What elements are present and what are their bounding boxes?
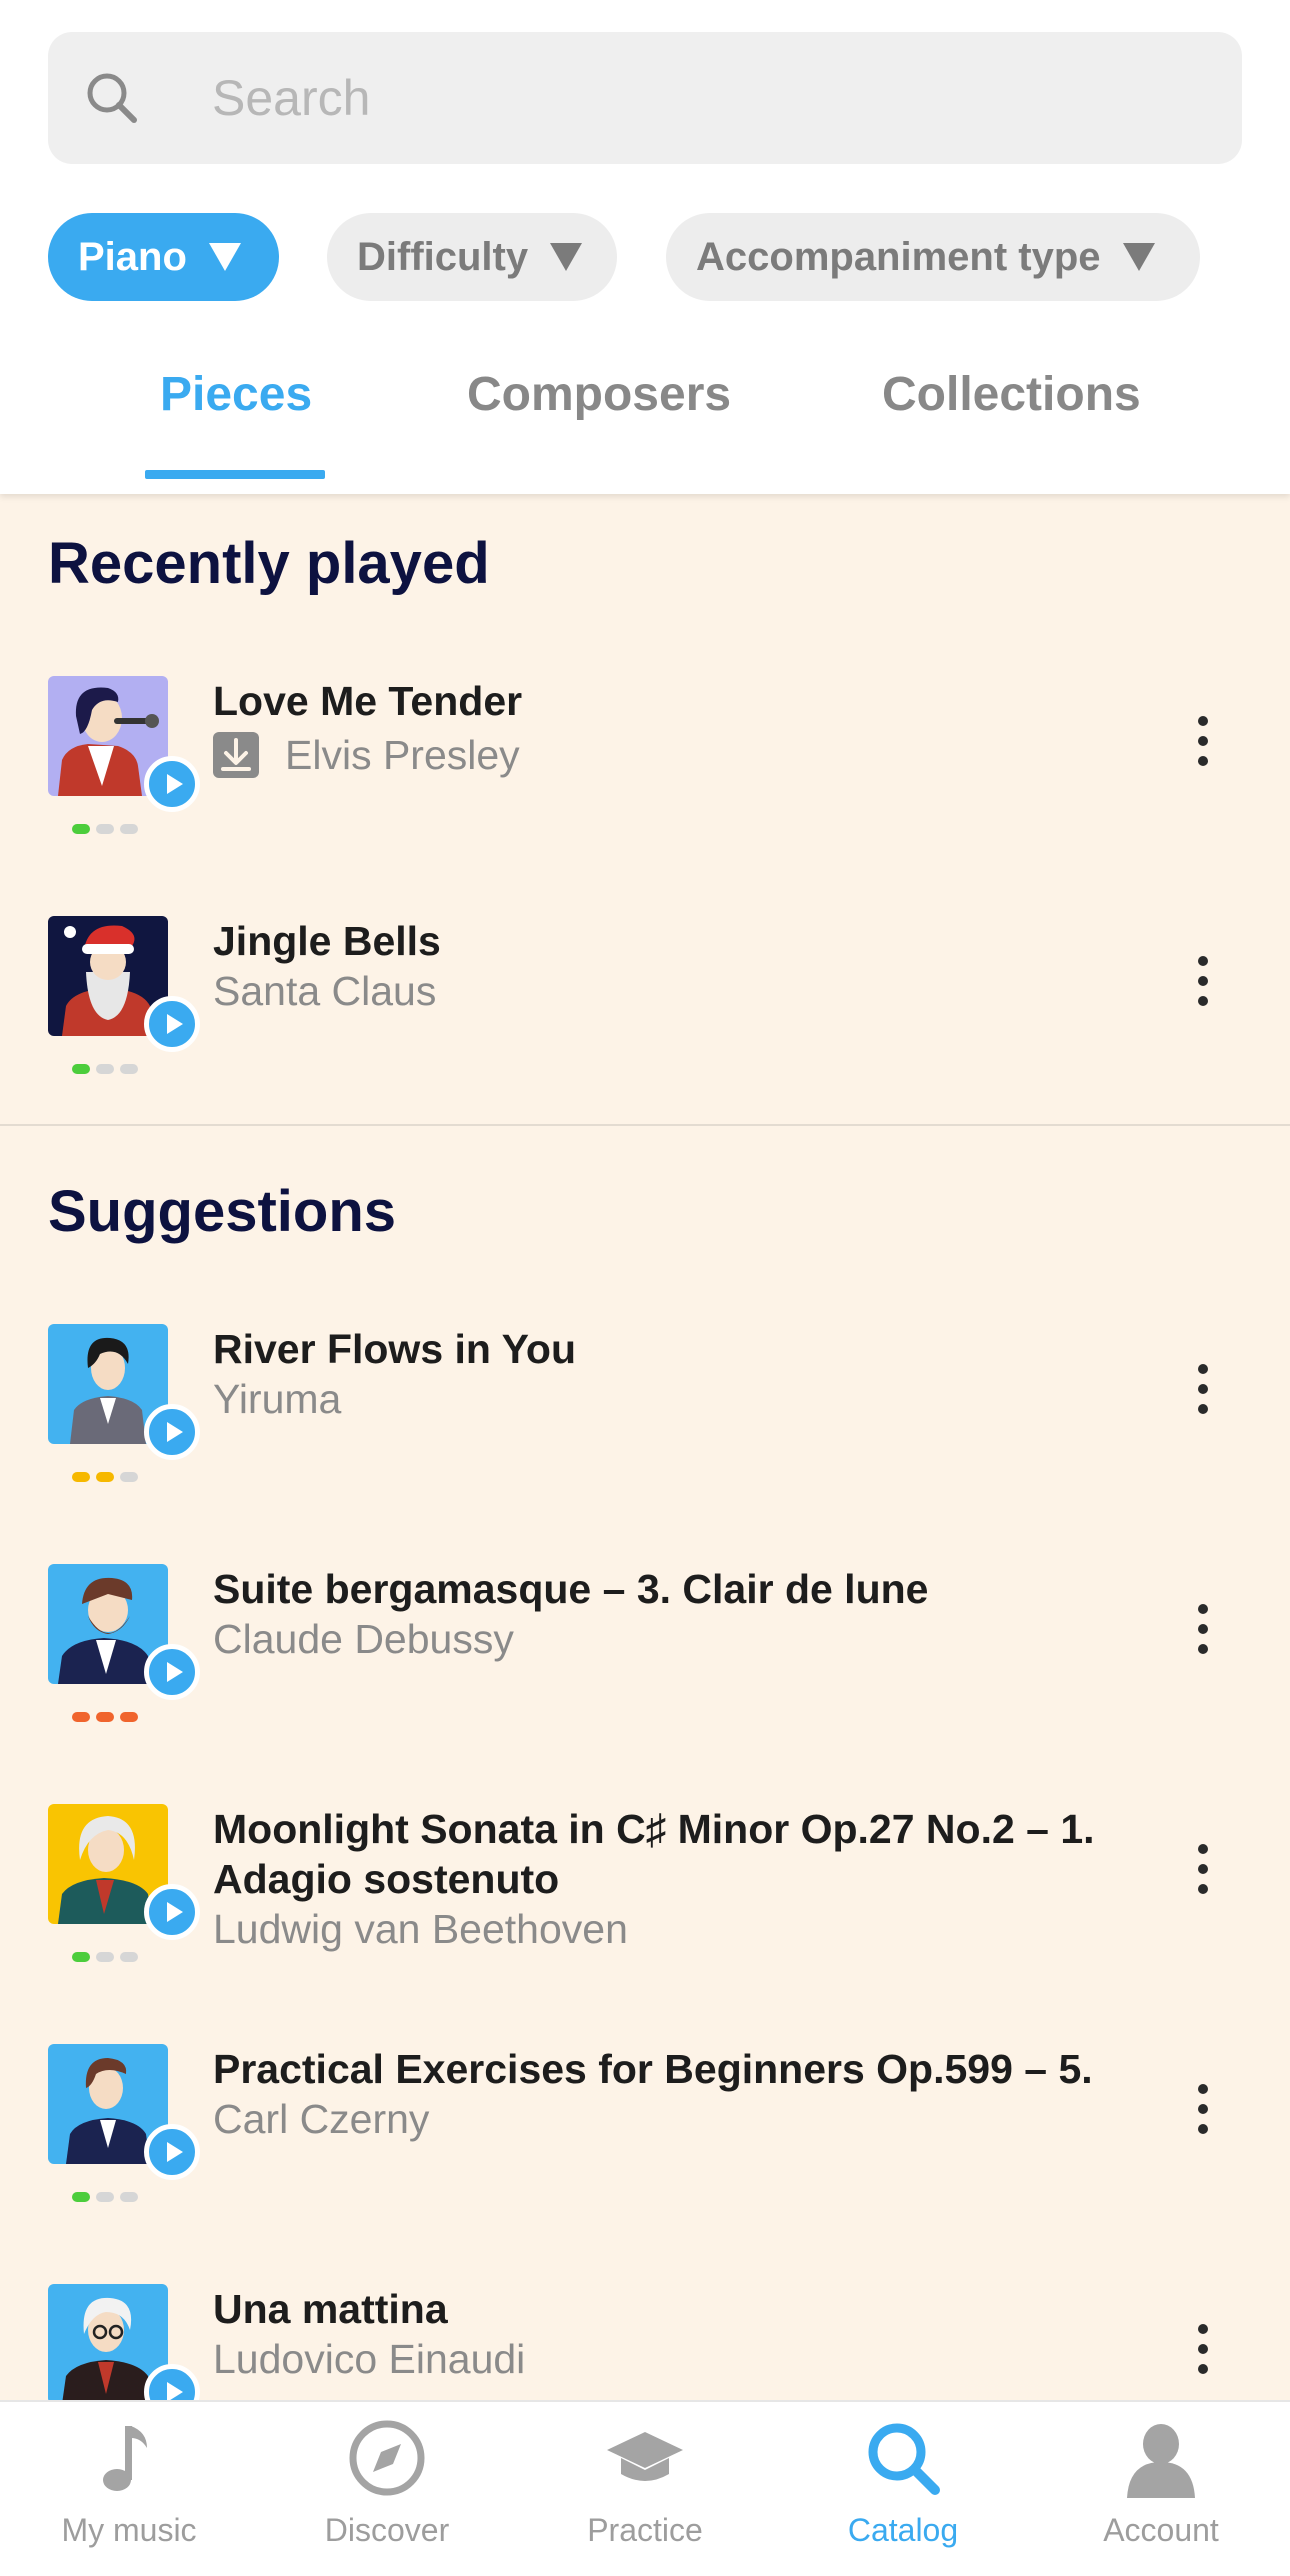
header: Search Piano Difficulty Accompaniment ty…: [0, 0, 1290, 494]
piece-artist: Ludovico Einaudi: [213, 2336, 526, 2382]
more-options-icon[interactable]: [1195, 2084, 1211, 2138]
graduation-cap-icon: [607, 2432, 683, 2481]
piece-artist: Santa Claus: [213, 968, 437, 1014]
piece-title: River Flows in You: [213, 1326, 576, 1372]
dropdown-arrow-icon: [1122, 243, 1155, 271]
tab-composers[interactable]: Composers: [467, 360, 731, 430]
piece-title: Practical Exercises for Beginners Op.599…: [213, 2046, 1093, 2092]
difficulty-indicator: [72, 1712, 138, 1722]
piece-artist: Carl Czerny: [213, 2096, 430, 2142]
difficulty-indicator: [72, 824, 138, 834]
filter-instrument[interactable]: Piano: [48, 213, 279, 301]
search-bar[interactable]: Search: [48, 32, 1242, 164]
piece-title: Suite bergamasque – 3. Clair de lune: [213, 1566, 929, 1612]
play-icon[interactable]: [144, 996, 200, 1052]
more-options-icon[interactable]: [1195, 1844, 1211, 1898]
tab-collections[interactable]: Collections: [882, 360, 1141, 430]
list-item[interactable]: Practical Exercises for Beginners Op.599…: [0, 2044, 1290, 2284]
more-options-icon[interactable]: [1195, 956, 1211, 1010]
dropdown-arrow-icon: [550, 243, 583, 271]
section-divider: [0, 1124, 1290, 1126]
play-icon[interactable]: [144, 1884, 200, 1940]
nav-discover[interactable]: Discover: [258, 2402, 516, 2576]
downloaded-icon: [213, 732, 259, 778]
play-icon[interactable]: [144, 1644, 200, 1700]
piece-artist: Elvis Presley: [285, 732, 520, 778]
nav-my-music[interactable]: My music: [0, 2402, 258, 2576]
dropdown-arrow-icon: [208, 243, 241, 271]
list-item[interactable]: Jingle Bells Santa Claus: [0, 916, 1290, 1156]
piece-artist: Claude Debussy: [213, 1616, 514, 1662]
piece-artist: Yiruma: [213, 1376, 342, 1422]
difficulty-indicator: [72, 1952, 138, 1962]
tab-pieces[interactable]: Pieces: [160, 360, 312, 430]
search-icon: [87, 73, 137, 123]
filter-instrument-label: Piano: [78, 234, 187, 279]
more-options-icon[interactable]: [1195, 1604, 1211, 1658]
filter-difficulty-label: Difficulty: [357, 234, 529, 279]
nav-label: Discover: [324, 2512, 450, 2548]
piece-title: Moonlight Sonata in C♯ Minor Op.27 No.2 …: [213, 1806, 1095, 1902]
nav-account[interactable]: Account: [1032, 2402, 1290, 2576]
nav-catalog[interactable]: Catalog: [774, 2402, 1032, 2576]
compass-icon: [349, 2420, 425, 2496]
filter-accompaniment-type[interactable]: Accompaniment type: [666, 213, 1200, 301]
nav-label: My music: [61, 2512, 197, 2548]
active-tab-indicator: [145, 470, 325, 479]
nav-label: Catalog: [847, 2512, 959, 2548]
bottom-navigation: My music Discover Practice Catalog Accou…: [0, 2400, 1290, 2576]
music-note-icon: [103, 2426, 147, 2491]
piece-title: Jingle Bells: [213, 918, 441, 964]
list-item[interactable]: Love Me Tender Elvis Presley: [0, 676, 1290, 916]
piece-title: Una mattina: [213, 2286, 448, 2332]
more-options-icon[interactable]: [1195, 1364, 1211, 1418]
difficulty-indicator: [72, 2192, 138, 2202]
nav-label: Practice: [587, 2512, 703, 2548]
play-icon[interactable]: [144, 756, 200, 812]
nav-label: Account: [1103, 2512, 1219, 2548]
search-icon: [868, 2423, 940, 2495]
list-item[interactable]: Moonlight Sonata in C♯ Minor Op.27 No.2 …: [0, 1804, 1290, 2044]
more-options-icon[interactable]: [1195, 716, 1211, 770]
nav-practice[interactable]: Practice: [516, 2402, 774, 2576]
more-options-icon[interactable]: [1195, 2324, 1211, 2378]
piece-artist: Ludwig van Beethoven: [213, 1906, 628, 1952]
section-title-suggestions: Suggestions: [48, 1179, 397, 1244]
play-icon[interactable]: [144, 2124, 200, 2180]
list-item[interactable]: River Flows in You Yiruma: [0, 1324, 1290, 1564]
piece-title: Love Me Tender: [213, 678, 523, 724]
section-title-recently-played: Recently played: [48, 531, 490, 596]
filter-difficulty[interactable]: Difficulty: [327, 213, 617, 301]
filter-accompaniment-label: Accompaniment type: [696, 234, 1101, 279]
difficulty-indicator: [72, 1472, 138, 1482]
play-icon[interactable]: [144, 1404, 200, 1460]
user-icon: [1127, 2424, 1195, 2498]
search-input[interactable]: Search: [212, 32, 370, 164]
list-item[interactable]: Suite bergamasque – 3. Clair de lune Cla…: [0, 1564, 1290, 1804]
difficulty-indicator: [72, 1064, 138, 1074]
